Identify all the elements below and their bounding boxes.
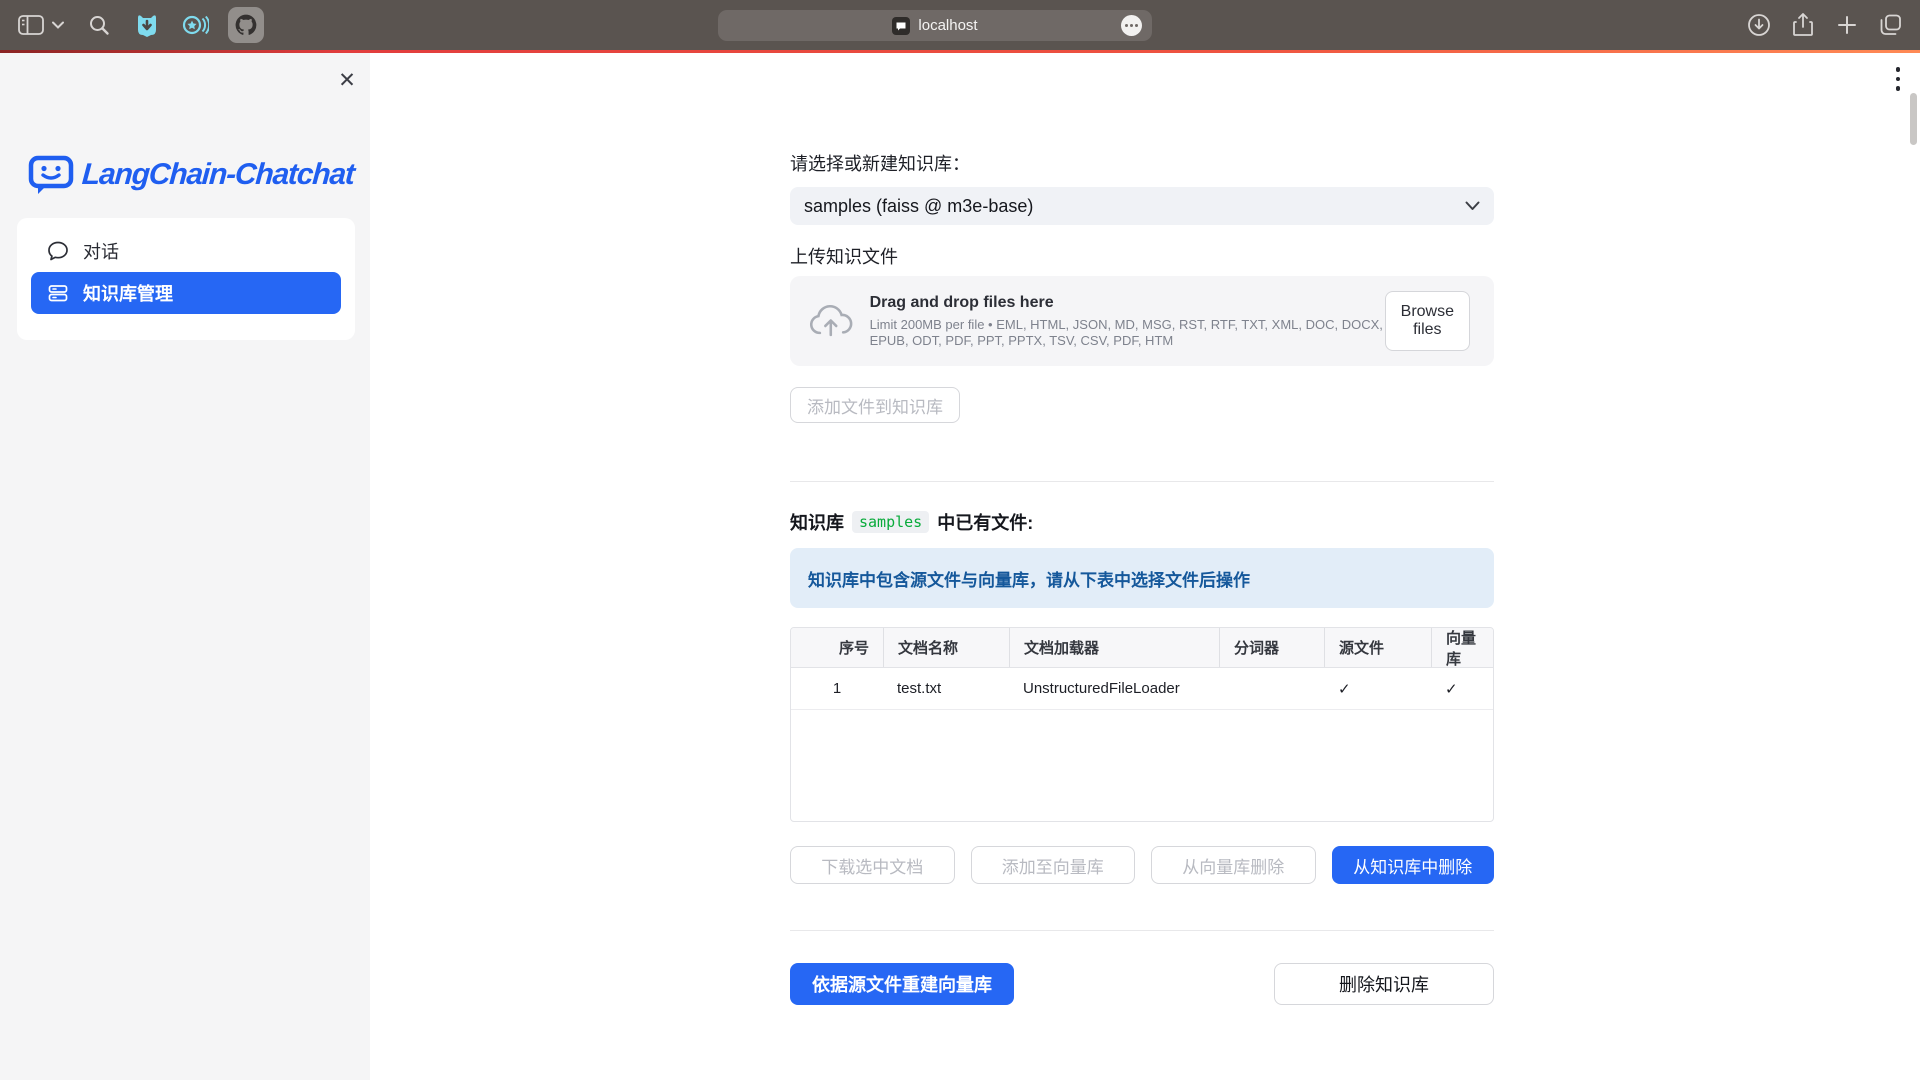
chevron-down-icon [1465, 201, 1480, 211]
browse-files-button[interactable]: Browse files [1385, 291, 1470, 351]
site-favicon [892, 17, 910, 35]
sidebar-close-icon[interactable]: ✕ [334, 67, 360, 93]
rebuild-vector-store-button[interactable]: 依据源文件重建向量库 [790, 963, 1014, 1005]
file-uploader-dropzone[interactable]: Drag and drop files here Limit 200MB per… [790, 276, 1494, 366]
cell-index: 1 [791, 668, 883, 709]
table-header: 序号 文档名称 文档加载器 分词器 源文件 向量库 [791, 628, 1493, 668]
delete-kb-button[interactable]: 删除知识库 [1274, 963, 1494, 1005]
sidebar-item-label: 知识库管理 [83, 280, 173, 306]
sidebar-item-knowledge-base[interactable]: 知识库管理 [31, 272, 341, 314]
page: localhost ✕ [0, 0, 1920, 1080]
info-text: 知识库中包含源文件与向量库，请从下表中选择文件后操作 [808, 566, 1250, 591]
column-header: 向量库 [1431, 628, 1493, 667]
column-header: 文档名称 [883, 628, 1009, 667]
downloads-icon[interactable] [1744, 10, 1774, 40]
files-heading-suffix: 中已有文件: [937, 509, 1033, 535]
sidebar-toggle-icon[interactable] [16, 10, 46, 40]
app-logo: LangChain-Chatchat [28, 153, 354, 197]
kb-select-value: samples (faiss @ m3e-base) [804, 196, 1465, 217]
search-icon[interactable] [84, 10, 114, 40]
kb-actions: 依据源文件重建向量库 删除知识库 [790, 963, 1494, 1005]
sidebar: ✕ LangChain-Chatchat 对话 [0, 53, 370, 1080]
divider [790, 930, 1494, 931]
uploader-label: 上传知识文件 [790, 243, 1494, 269]
files-table: 序号 文档名称 文档加载器 分词器 源文件 向量库 1 test.txt Uns… [790, 627, 1494, 822]
cell-source-check: ✓ [1324, 668, 1431, 709]
share-icon[interactable] [1788, 10, 1818, 40]
delete-from-kb-button[interactable]: 从知识库中删除 [1332, 846, 1495, 884]
scrollbar-thumb[interactable] [1910, 93, 1917, 145]
sidebar-item-label: 对话 [83, 238, 119, 264]
broadcast-extension-icon[interactable] [180, 10, 210, 40]
info-alert: 知识库中包含源文件与向量库，请从下表中选择文件后操作 [790, 548, 1494, 608]
logo-text: LangChain-Chatchat [81, 158, 355, 192]
column-header: 分词器 [1219, 628, 1324, 667]
divider [790, 481, 1494, 482]
logo-bubble-icon [28, 153, 74, 197]
browser-toolbar: localhost [0, 0, 1920, 50]
github-extension-icon[interactable] [228, 7, 264, 43]
sidebar-chevron-icon[interactable] [50, 10, 66, 40]
cloud-upload-icon [808, 301, 854, 341]
cell-splitter [1219, 668, 1324, 709]
sidebar-item-dialogue[interactable]: 对话 [31, 230, 341, 272]
address-bar[interactable]: localhost [718, 10, 1152, 41]
cell-name: test.txt [883, 668, 1009, 709]
files-heading: 知识库 samples 中已有文件: [790, 509, 1494, 535]
streamlit-menu-icon[interactable] [1890, 61, 1906, 97]
url-text: localhost [918, 17, 977, 34]
new-tab-icon[interactable] [1832, 10, 1862, 40]
download-selected-button[interactable]: 下载选中文档 [790, 846, 955, 884]
app-viewport: ✕ LangChain-Chatchat 对话 [0, 53, 1920, 1080]
sidebar-menu: 对话 知识库管理 [17, 218, 355, 340]
dropzone-limit-text: Limit 200MB per file • EML, HTML, JSON, … [870, 317, 1385, 349]
main-content: 请选择或新建知识库： samples (faiss @ m3e-base) 上传… [790, 53, 1494, 1005]
add-files-button[interactable]: 添加文件到知识库 [790, 387, 960, 423]
table-row[interactable]: 1 test.txt UnstructuredFileLoader ✓ ✓ [791, 668, 1493, 710]
cell-vector-check: ✓ [1431, 668, 1493, 709]
column-header: 文档加载器 [1009, 628, 1219, 667]
cat-extension-icon[interactable] [132, 10, 162, 40]
kb-select-label: 请选择或新建知识库： [790, 150, 1494, 176]
file-actions: 下载选中文档 添加至向量库 从向量库删除 从知识库中删除 [790, 846, 1494, 884]
remove-from-vector-button[interactable]: 从向量库删除 [1151, 846, 1316, 884]
chat-icon [47, 240, 69, 262]
kb-name-code: samples [852, 511, 929, 533]
files-heading-prefix: 知识库 [790, 509, 844, 535]
more-options-icon[interactable] [1121, 15, 1142, 36]
cell-loader: UnstructuredFileLoader [1009, 668, 1219, 709]
tab-overview-icon[interactable] [1876, 10, 1906, 40]
column-header: 序号 [791, 628, 883, 667]
knowledge-base-icon [47, 282, 69, 304]
dropzone-title: Drag and drop files here [870, 294, 1385, 312]
kb-select[interactable]: samples (faiss @ m3e-base) [790, 187, 1494, 225]
add-to-vector-button[interactable]: 添加至向量库 [971, 846, 1136, 884]
column-header: 源文件 [1324, 628, 1431, 667]
